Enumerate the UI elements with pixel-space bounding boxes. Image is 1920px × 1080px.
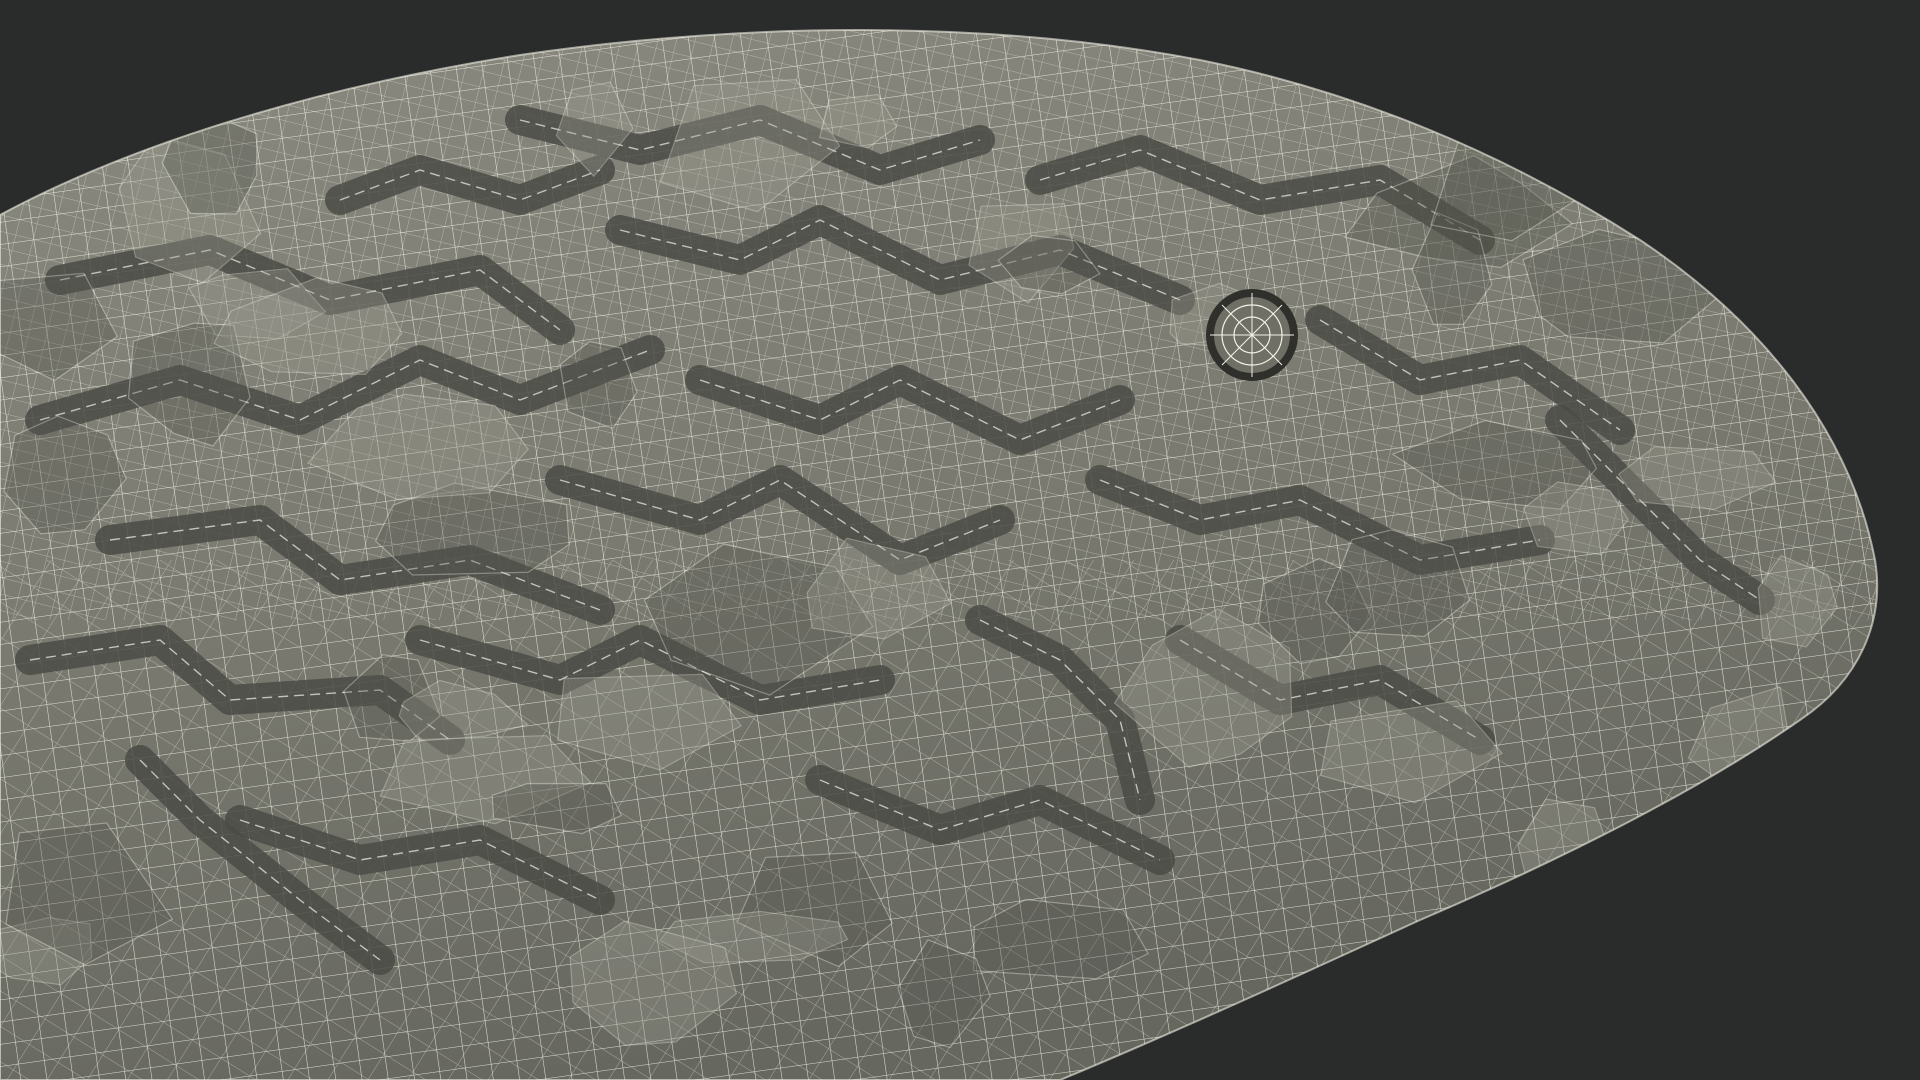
side-hole bbox=[1244, 1061, 1276, 1079]
side-hole bbox=[1314, 1036, 1346, 1054]
side-hole bbox=[1544, 941, 1576, 959]
wireframe-sole-render bbox=[0, 29, 1879, 1080]
side-hole bbox=[1464, 976, 1496, 994]
sole-surface bbox=[0, 30, 1878, 1080]
tread-lug bbox=[1377, 952, 1587, 1010]
round-pod bbox=[1206, 289, 1298, 381]
side-hole bbox=[1384, 1006, 1416, 1024]
render-viewport bbox=[0, 0, 1920, 1080]
tread-lug bbox=[1505, 862, 1690, 991]
